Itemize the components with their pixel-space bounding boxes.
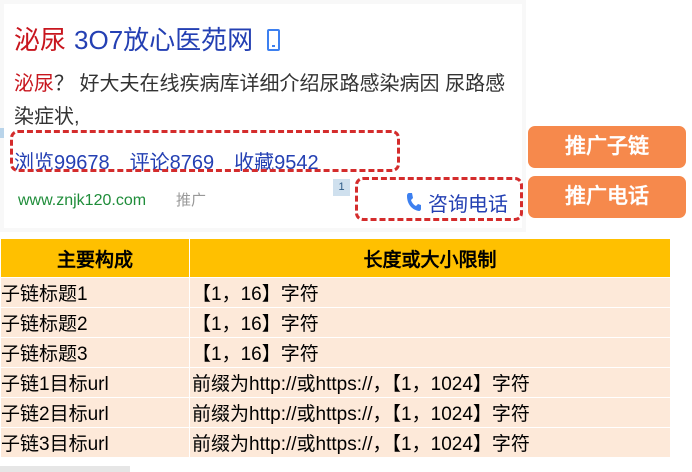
ad-description-keyword: 泌尿 [14, 73, 54, 95]
left-edge-marker [0, 128, 4, 138]
table-cell-limit: 前缀为http://或https://，【1，1024】字符 [189, 427, 671, 458]
ad-display-url[interactable]: www.znjk120.com [18, 189, 146, 213]
spec-table: 主要构成 长度或大小限制 子链标题1 【1，16】字符 子链标题2 【1，16】… [0, 238, 671, 458]
table-cell-component: 子链3目标url [0, 427, 190, 458]
table-cell-limit: 【1，16】字符 [189, 277, 671, 308]
table-cell-component: 子链标题2 [0, 307, 190, 338]
column-header-component: 主要构成 [0, 238, 190, 278]
table-row: 子链3目标url 前缀为http://或https://，【1，1024】字符 [0, 427, 671, 458]
table-cell-limit: 【1，16】字符 [189, 337, 671, 368]
table-cell-limit: 【1，16】字符 [189, 307, 671, 338]
mobile-phone-icon [267, 29, 281, 51]
ad-description-text: ？ 好大夫在线疾病库详细介绍尿路感染病因 尿路感染症状, [14, 73, 506, 128]
table-header-row: 主要构成 长度或大小限制 [0, 238, 671, 278]
table-row: 子链1目标url 前缀为http://或https://，【1，1024】字符 [0, 367, 671, 398]
ad-description: 泌尿？ 好大夫在线疾病库详细介绍尿路感染病因 尿路感染症状, [14, 68, 519, 134]
table-cell-limit: 前缀为http://或https://，【1，1024】字符 [189, 367, 671, 398]
table-cell-component: 子链标题1 [0, 277, 190, 308]
table-cell-component: 子链标题3 [0, 337, 190, 368]
table-row: 子链标题3 【1，16】字符 [0, 337, 671, 368]
column-header-limit: 长度或大小限制 [189, 238, 671, 278]
promo-phone-label: 推广电话 [528, 176, 686, 218]
table-cell-component: 子链2目标url [0, 397, 190, 428]
sublinks-highlight-box [10, 130, 400, 172]
promoted-tag: 推广 [176, 192, 207, 209]
table-cell-component: 子链1目标url [0, 367, 190, 398]
ad-title-text[interactable]: 3O7放心医苑网 [74, 20, 253, 60]
bottom-fragment [0, 466, 130, 472]
search-ad-card: 泌尿 3O7放心医苑网 泌尿？ 好大夫在线疾病库详细介绍尿路感染病因 尿路感染症… [0, 0, 526, 232]
position-badge: 1 [333, 179, 350, 196]
table-row: 子链标题2 【1，16】字符 [0, 307, 671, 338]
ad-title[interactable]: 泌尿 3O7放心医苑网 [14, 20, 281, 60]
ad-title-keyword[interactable]: 泌尿 [14, 20, 66, 60]
table-row: 子链2目标url 前缀为http://或https://，【1，1024】字符 [0, 397, 671, 428]
phone-highlight-box [355, 177, 523, 221]
table-cell-limit: 前缀为http://或https://，【1，1024】字符 [189, 397, 671, 428]
promo-sublinks-label: 推广子链 [528, 126, 686, 168]
table-row: 子链标题1 【1，16】字符 [0, 277, 671, 308]
